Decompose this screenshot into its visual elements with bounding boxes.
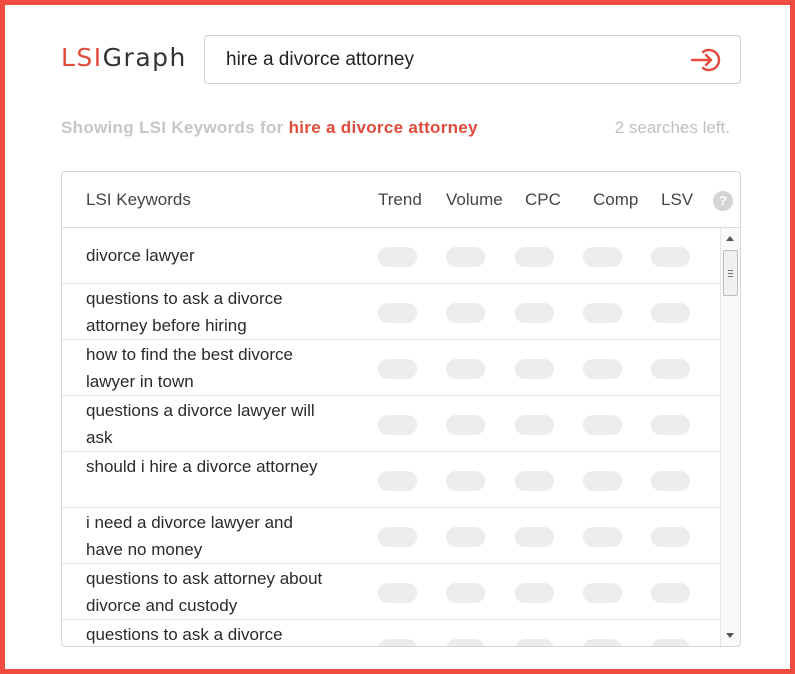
- trend-placeholder: [378, 359, 417, 379]
- comp-placeholder: [583, 527, 622, 547]
- column-header-cpc[interactable]: CPC: [525, 190, 561, 210]
- lsi-keywords-table: LSI Keywords Trend Volume CPC Comp LSV ?…: [61, 171, 741, 647]
- logo-lsi-text: LSI: [61, 43, 103, 72]
- search-input[interactable]: hire a divorce attorney: [226, 49, 414, 71]
- scroll-down-arrow-icon[interactable]: [726, 633, 734, 638]
- trend-placeholder: [378, 303, 417, 323]
- searches-left-counter: 2 searches left.: [614, 118, 730, 137]
- help-icon[interactable]: ?: [713, 191, 733, 211]
- search-box[interactable]: hire a divorce attorney: [204, 35, 741, 84]
- scrollbar-thumb[interactable]: [723, 250, 738, 296]
- column-header-keywords[interactable]: LSI Keywords: [86, 190, 191, 210]
- table-body: divorce lawyer questions to ask a divorc…: [62, 228, 720, 646]
- lsv-placeholder: [651, 639, 690, 646]
- table-row[interactable]: divorce lawyer: [62, 228, 720, 284]
- app-frame: LSIGraph hire a divorce attorney Showing…: [0, 0, 795, 674]
- volume-placeholder: [446, 583, 485, 603]
- results-heading: Showing LSI Keywords for hire a divorce …: [61, 118, 478, 138]
- scroll-up-arrow-icon[interactable]: [726, 236, 734, 241]
- lsv-placeholder: [651, 359, 690, 379]
- cpc-placeholder: [515, 527, 554, 547]
- comp-placeholder: [583, 583, 622, 603]
- sign-in-arrow-icon[interactable]: [690, 46, 722, 74]
- cpc-placeholder: [515, 247, 554, 267]
- volume-placeholder: [446, 639, 485, 646]
- cpc-placeholder: [515, 583, 554, 603]
- lsv-placeholder: [651, 527, 690, 547]
- table-row[interactable]: i need a divorce lawyer and have no mone…: [62, 508, 720, 564]
- grip-line: [728, 270, 733, 271]
- lsv-placeholder: [651, 303, 690, 323]
- trend-placeholder: [378, 527, 417, 547]
- trend-placeholder: [378, 639, 417, 646]
- table-row[interactable]: questions a divorce lawyer will ask: [62, 396, 720, 452]
- table-row[interactable]: questions to ask a divorce attorney befo…: [62, 284, 720, 340]
- lsv-placeholder: [651, 471, 690, 491]
- table-row[interactable]: questions to ask a divorce: [62, 620, 720, 646]
- table-header: LSI Keywords Trend Volume CPC Comp LSV ?: [62, 172, 740, 228]
- trend-placeholder: [378, 247, 417, 267]
- keyword-cell[interactable]: questions to ask a divorce attorney befo…: [86, 286, 326, 339]
- volume-placeholder: [446, 247, 485, 267]
- cpc-placeholder: [515, 415, 554, 435]
- volume-placeholder: [446, 303, 485, 323]
- comp-placeholder: [583, 471, 622, 491]
- lsigraph-logo[interactable]: LSIGraph: [61, 43, 187, 72]
- volume-placeholder: [446, 527, 485, 547]
- table-row[interactable]: questions to ask attorney about divorce …: [62, 564, 720, 620]
- cpc-placeholder: [515, 471, 554, 491]
- keyword-cell[interactable]: i need a divorce lawyer and have no mone…: [86, 510, 326, 563]
- comp-placeholder: [583, 415, 622, 435]
- column-header-volume[interactable]: Volume: [446, 190, 503, 210]
- comp-placeholder: [583, 247, 622, 267]
- table-scrollbar[interactable]: [720, 228, 740, 646]
- column-header-trend[interactable]: Trend: [378, 190, 422, 210]
- volume-placeholder: [446, 471, 485, 491]
- column-header-lsv[interactable]: LSV: [661, 190, 693, 210]
- keyword-cell[interactable]: questions a divorce lawyer will ask: [86, 398, 326, 451]
- grip-line: [728, 273, 733, 274]
- logo-graph-text: Graph: [102, 43, 187, 72]
- lsv-placeholder: [651, 583, 690, 603]
- keyword-cell[interactable]: should i hire a divorce attorney: [86, 454, 326, 481]
- table-row[interactable]: how to find the best divorce lawyer in t…: [62, 340, 720, 396]
- keyword-cell[interactable]: divorce lawyer: [86, 243, 326, 270]
- volume-placeholder: [446, 359, 485, 379]
- volume-placeholder: [446, 415, 485, 435]
- trend-placeholder: [378, 583, 417, 603]
- results-heading-prefix: Showing LSI Keywords for: [61, 118, 289, 137]
- table-row[interactable]: should i hire a divorce attorney: [62, 452, 720, 508]
- comp-placeholder: [583, 359, 622, 379]
- comp-placeholder: [583, 303, 622, 323]
- keyword-cell[interactable]: how to find the best divorce lawyer in t…: [86, 342, 326, 395]
- lsv-placeholder: [651, 415, 690, 435]
- cpc-placeholder: [515, 639, 554, 646]
- column-header-comp[interactable]: Comp: [593, 190, 638, 210]
- results-heading-query: hire a divorce attorney: [288, 118, 478, 137]
- lsv-placeholder: [651, 247, 690, 267]
- keyword-cell[interactable]: questions to ask a divorce: [86, 622, 326, 646]
- cpc-placeholder: [515, 359, 554, 379]
- trend-placeholder: [378, 415, 417, 435]
- comp-placeholder: [583, 639, 622, 646]
- grip-line: [728, 276, 733, 277]
- cpc-placeholder: [515, 303, 554, 323]
- keyword-cell[interactable]: questions to ask attorney about divorce …: [86, 566, 326, 619]
- trend-placeholder: [378, 471, 417, 491]
